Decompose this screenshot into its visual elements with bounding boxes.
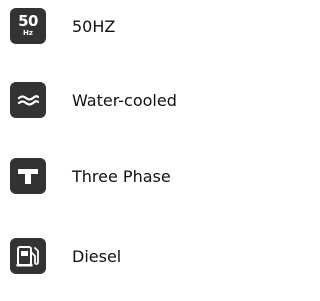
frequency-icon-value: 50 <box>18 12 38 30</box>
spec-label-phase: Three Phase <box>72 166 171 186</box>
spec-item-phase: Three Phase <box>10 158 246 194</box>
three-phase-icon <box>10 158 46 194</box>
frequency-icon-unit: Hz <box>23 29 33 37</box>
spec-list: 50 Hz 50HZ Water-cooled Three Phase Dies… <box>0 0 251 301</box>
spec-item-frequency: 50 Hz 50HZ <box>10 8 246 44</box>
spec-item-cooling: Water-cooled <box>10 82 246 118</box>
spec-label-frequency: 50HZ <box>72 16 116 36</box>
frequency-icon: 50 Hz <box>10 8 46 44</box>
spec-label-fuel: Diesel <box>72 246 122 266</box>
frequency-icon-text: 50 Hz <box>18 12 38 37</box>
water-waves-icon <box>10 82 46 118</box>
fuel-pump-icon <box>10 238 46 274</box>
spec-item-fuel: Diesel <box>10 238 246 274</box>
spec-label-cooling: Water-cooled <box>72 90 177 110</box>
